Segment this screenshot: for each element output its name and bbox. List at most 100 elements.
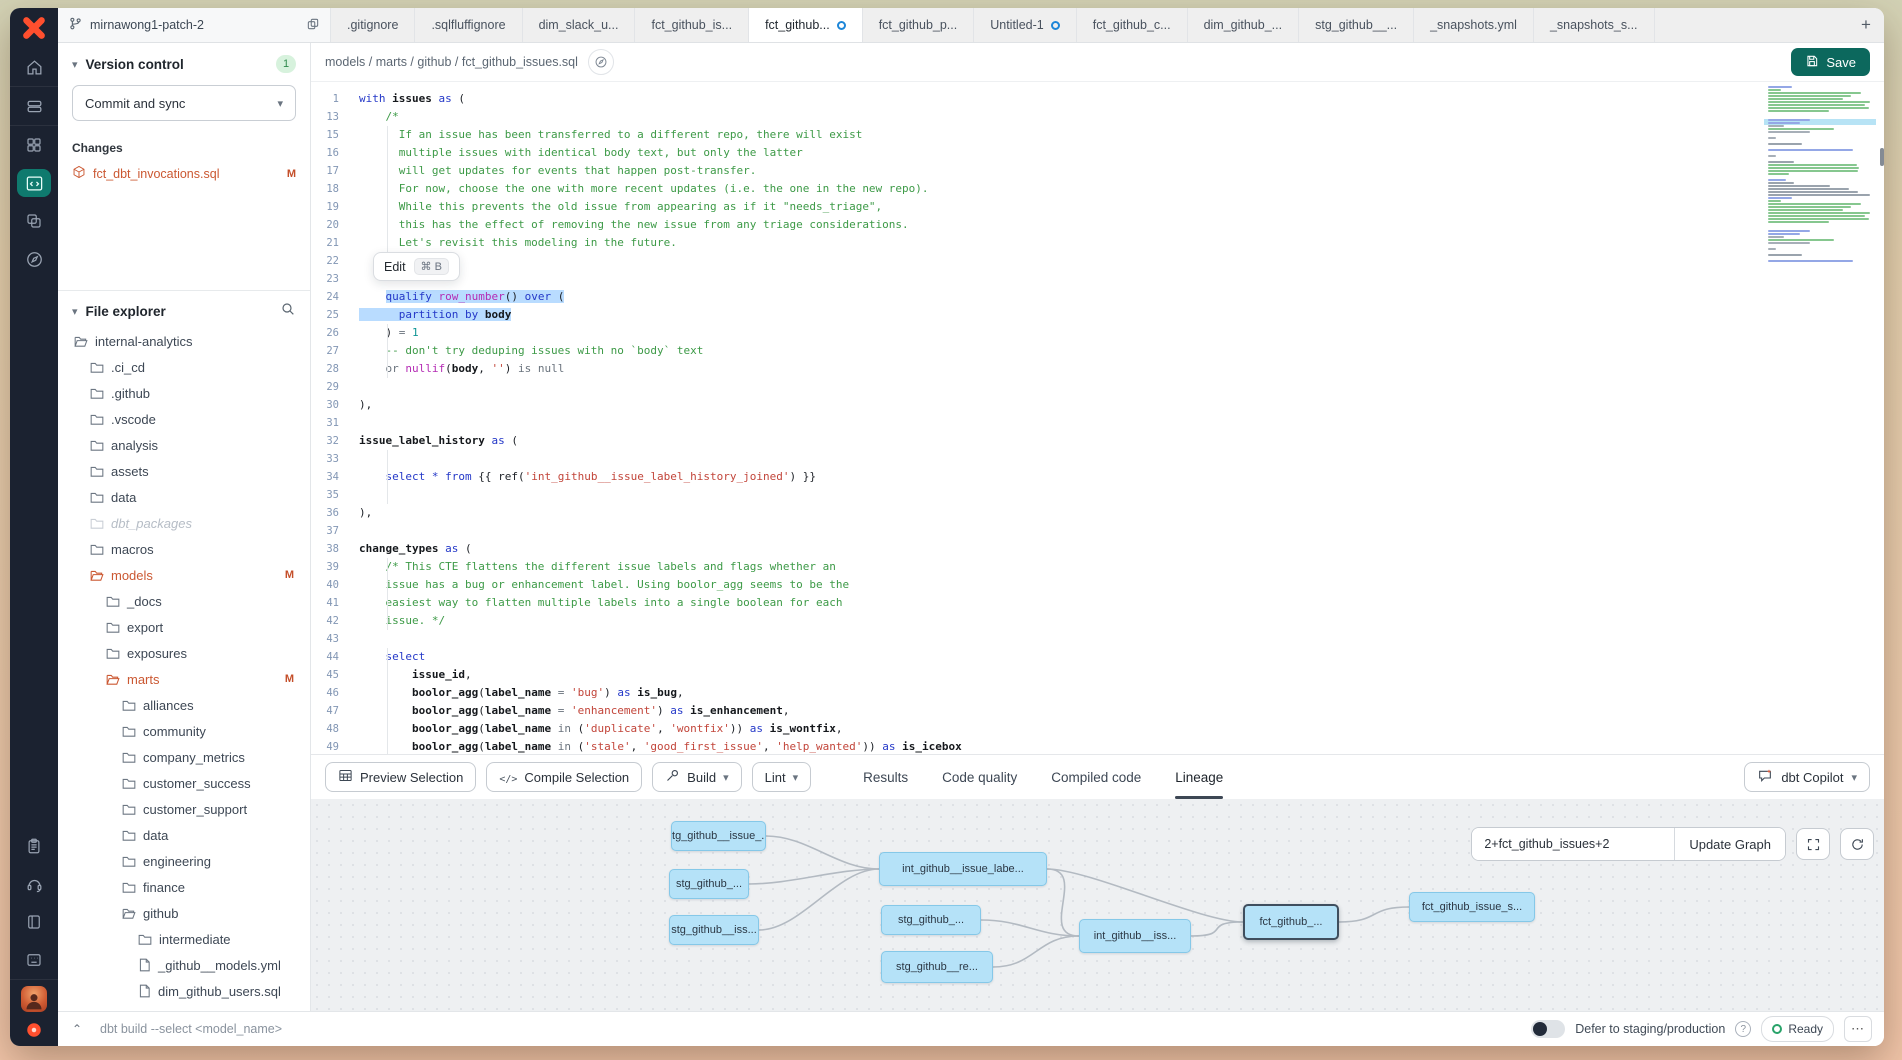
editor-minimap[interactable] — [1764, 86, 1876, 266]
code-line[interactable]: 46 boolor_agg(label_name = 'bug') as is_… — [311, 684, 1884, 702]
code-line[interactable]: 37 — [311, 522, 1884, 540]
file-tree-folder[interactable]: community — [72, 718, 296, 744]
lineage-node[interactable]: stg_github__iss... — [669, 915, 759, 945]
help-icon[interactable]: ? — [1735, 1021, 1751, 1037]
file-tree-folder[interactable]: martsM — [72, 666, 296, 692]
lineage-node[interactable]: int_github__issue_labe... — [879, 852, 1047, 886]
lineage-selector-input[interactable] — [1472, 828, 1674, 860]
code-line[interactable]: 39 /* This CTE flattens the different is… — [311, 558, 1884, 576]
code-line[interactable]: 23 — [311, 270, 1884, 288]
refresh-button[interactable] — [1840, 828, 1874, 860]
code-line[interactable]: 22 — [311, 252, 1884, 270]
dbt-labs-button[interactable] — [10, 1018, 58, 1046]
file-tree-file[interactable]: _github__models.yml — [72, 952, 296, 978]
code-line[interactable]: 24 qualify row_number() over ( — [311, 288, 1884, 306]
search-icon[interactable] — [280, 301, 296, 322]
file-tree-folder[interactable]: customer_support — [72, 796, 296, 822]
file-tree-folder[interactable]: .vscode — [72, 406, 296, 432]
docs-button[interactable] — [10, 903, 58, 941]
editor-tab[interactable]: fct_github... — [749, 8, 863, 42]
dbt-copilot-button[interactable]: dbt Copilot ▾ — [1744, 762, 1870, 792]
file-tree-folder[interactable]: finance — [72, 874, 296, 900]
collapse-version-control-icon[interactable]: ▾ — [72, 58, 78, 71]
code-line[interactable]: 47 boolor_agg(label_name = 'enhancement'… — [311, 702, 1884, 720]
editor-tab[interactable]: _snapshots.yml — [1414, 8, 1534, 42]
git-branch-selector[interactable]: mirnawong1-patch-2 — [58, 8, 331, 42]
preview-selection-button[interactable]: Preview Selection — [325, 762, 476, 792]
file-tree-folder[interactable]: customer_success — [72, 770, 296, 796]
code-line[interactable]: 43 — [311, 630, 1884, 648]
tab-compiled-code[interactable]: Compiled code — [1051, 755, 1141, 799]
editor-tab[interactable]: fct_github_is... — [635, 8, 749, 42]
code-line[interactable]: 26 ) = 1 — [311, 324, 1884, 342]
code-line[interactable]: 41 easiest way to flatten multiple label… — [311, 594, 1884, 612]
code-editor[interactable]: 1with issues as (13 /*15 If an issue has… — [311, 82, 1884, 754]
catalog-nav-button[interactable] — [10, 125, 58, 164]
file-tree-folder[interactable]: data — [72, 822, 296, 848]
editor-tab[interactable]: Untitled-1 — [974, 8, 1077, 42]
fullscreen-button[interactable] — [1796, 828, 1830, 860]
code-line[interactable]: 28 or nullif(body, '') is null — [311, 360, 1884, 378]
home-nav-button[interactable] — [10, 48, 58, 86]
new-tab-button[interactable]: + — [1848, 8, 1884, 42]
file-tree-folder[interactable]: engineering — [72, 848, 296, 874]
build-button[interactable]: Build▾ — [652, 762, 741, 792]
code-line[interactable]: 25 partition by body — [311, 306, 1884, 324]
code-line[interactable]: 16 multiple issues with identical body t… — [311, 144, 1884, 162]
defer-toggle[interactable] — [1531, 1020, 1565, 1038]
lineage-node[interactable]: fct_github_... — [1243, 904, 1339, 940]
code-line[interactable]: 49 boolor_agg(label_name in ('stale', 'g… — [311, 738, 1884, 754]
collapse-command-bar-icon[interactable]: ⌃ — [66, 1022, 88, 1036]
lineage-node[interactable]: int_github__iss... — [1079, 919, 1191, 953]
editor-tab[interactable]: dim_github_... — [1188, 8, 1300, 42]
file-tree-folder[interactable]: dbt_packages — [72, 510, 296, 536]
lineage-node[interactable]: stg_github_... — [669, 869, 749, 899]
editor-tab[interactable]: stg_github__... — [1299, 8, 1414, 42]
code-line[interactable]: 15 If an issue has been transferred to a… — [311, 126, 1884, 144]
code-line[interactable]: 20 this has the effect of removing the n… — [311, 216, 1884, 234]
file-tree-folder[interactable]: alliances — [72, 692, 296, 718]
code-line[interactable]: 31 — [311, 414, 1884, 432]
compile-selection-button[interactable]: </>Compile Selection — [486, 762, 642, 792]
code-line[interactable]: 33 — [311, 450, 1884, 468]
shortcuts-button[interactable] — [10, 941, 58, 979]
ide-nav-button[interactable] — [10, 164, 58, 202]
tab-results[interactable]: Results — [863, 755, 908, 799]
file-tree-folder[interactable]: github — [72, 900, 296, 926]
file-tree-folder[interactable]: assets — [72, 458, 296, 484]
file-tree-folder[interactable]: intermediate — [72, 926, 296, 952]
code-line[interactable]: 17 will get updates for events that happ… — [311, 162, 1884, 180]
code-line[interactable]: 32issue_label_history as ( — [311, 432, 1884, 450]
code-line[interactable]: 44 select — [311, 648, 1884, 666]
code-line[interactable]: 1with issues as ( — [311, 90, 1884, 108]
copilot-compass-icon[interactable] — [588, 49, 614, 75]
explore-nav-button[interactable] — [10, 240, 58, 278]
lint-button[interactable]: Lint▾ — [752, 762, 812, 792]
code-line[interactable]: 27 -- don't try deduping issues with no … — [311, 342, 1884, 360]
file-tree-folder[interactable]: .github — [72, 380, 296, 406]
tab-code-quality[interactable]: Code quality — [942, 755, 1017, 799]
file-tree-folder[interactable]: modelsM — [72, 562, 296, 588]
editor-tab[interactable]: .sqlfluffignore — [415, 8, 522, 42]
code-line[interactable]: 35 — [311, 486, 1884, 504]
update-graph-button[interactable]: Update Graph — [1674, 828, 1785, 860]
lineage-node[interactable]: stg_github_... — [881, 905, 981, 935]
deploy-nav-button[interactable] — [10, 86, 58, 125]
code-line[interactable]: 34 select * from {{ ref('int_github__iss… — [311, 468, 1884, 486]
lineage-node[interactable]: stg_github__re... — [881, 951, 993, 983]
file-tree-folder[interactable]: export — [72, 614, 296, 640]
file-tree-folder[interactable]: company_metrics — [72, 744, 296, 770]
file-tree-file[interactable]: dim_github_users.sql — [72, 978, 296, 1004]
scrollbar-thumb[interactable] — [1880, 148, 1884, 166]
file-tree-folder[interactable]: _docs — [72, 588, 296, 614]
status-badge[interactable]: Ready — [1761, 1016, 1834, 1042]
edit-popup[interactable]: Edit ⌘ B — [373, 252, 460, 281]
tab-lineage[interactable]: Lineage — [1175, 755, 1223, 799]
code-line[interactable]: 13 /* — [311, 108, 1884, 126]
editor-tab[interactable]: fct_github_c... — [1077, 8, 1188, 42]
dbt-command-input[interactable] — [98, 1021, 1521, 1037]
commit-and-sync-button[interactable]: Commit and sync ▾ — [72, 85, 296, 121]
code-line[interactable]: 38change_types as ( — [311, 540, 1884, 558]
code-line[interactable]: 45 issue_id, — [311, 666, 1884, 684]
code-line[interactable]: 19 While this prevents the old issue fro… — [311, 198, 1884, 216]
